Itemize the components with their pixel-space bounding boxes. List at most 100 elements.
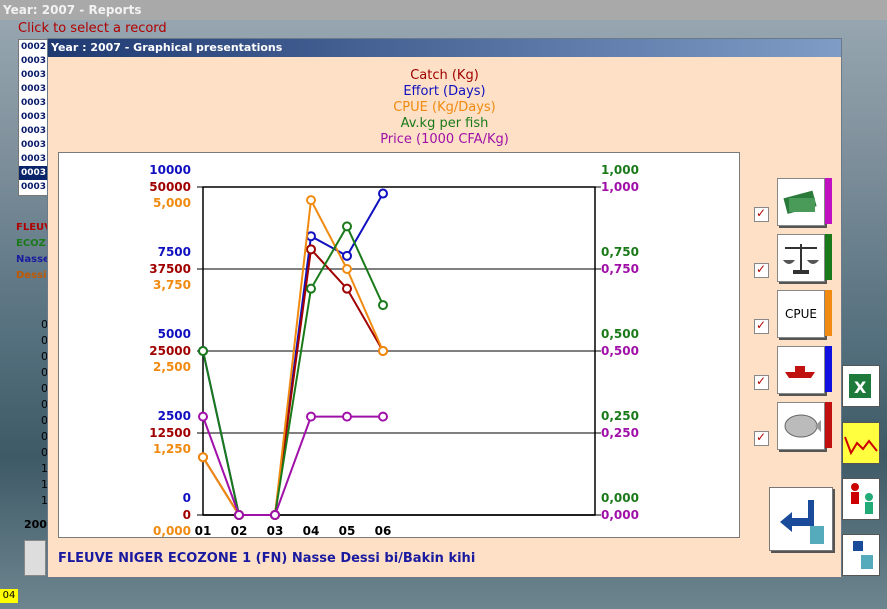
select-record-hint: Click to select a record — [18, 21, 167, 36]
data-point — [270, 510, 280, 520]
series-checkbox-av-weight[interactable]: ✓ — [754, 262, 769, 278]
cpue-label: CPUE — [785, 307, 817, 321]
series-checkbox-catch[interactable]: ✓ — [754, 206, 769, 222]
av-tick-label: 0,000 — [601, 491, 639, 505]
catch-tick-label: 50000 — [149, 180, 191, 194]
cpue-tick-label: 0,000 — [153, 524, 191, 537]
record-item[interactable]: 0003 — [19, 68, 47, 82]
cpue-tick-label: 5,000 — [153, 196, 191, 210]
data-point — [342, 264, 352, 274]
svg-text:X: X — [854, 378, 867, 397]
data-point — [234, 510, 244, 520]
effort-tick-label: 10000 — [149, 163, 191, 177]
price-icon — [784, 414, 821, 438]
cpue-color-bar — [825, 290, 832, 336]
legend-entry: Catch (Kg) — [410, 68, 479, 83]
record-item[interactable]: 0003 — [19, 110, 47, 124]
price-tick-label: 0,750 — [601, 262, 639, 276]
x-tick-label: 01 — [195, 524, 212, 537]
excel-icon[interactable]: X — [842, 365, 880, 407]
data-point — [306, 244, 316, 255]
price-tick-label: 0,500 — [601, 344, 639, 358]
main-title-bar: Year: 2007 - Reports — [0, 0, 887, 20]
record-detail-label: Dessi — [16, 270, 47, 281]
catch-tick-label: 37500 — [149, 262, 191, 276]
data-point — [378, 188, 388, 199]
cpue-tick-label: 3,750 — [153, 278, 191, 292]
return-button[interactable] — [769, 487, 833, 551]
people-icon[interactable] — [842, 478, 880, 520]
catch-icon — [783, 190, 817, 214]
record-item[interactable]: 0003 — [19, 82, 47, 96]
effort-color-bar — [825, 346, 832, 392]
status-indicator: 04 — [0, 589, 18, 603]
record-item[interactable]: 0003 — [19, 180, 47, 194]
record-item[interactable]: 0003 — [19, 54, 47, 68]
x-tick-label: 06 — [375, 524, 392, 537]
av-tick-label: 0,750 — [601, 245, 639, 259]
legend-entry: Price (1000 CFA/Kg) — [380, 132, 509, 147]
data-point — [378, 346, 388, 356]
catch-tick-label: 12500 — [149, 426, 191, 440]
record-detail-label: ECOZ — [16, 238, 46, 249]
av-tick-label: 0,250 — [601, 409, 639, 423]
catch-series-button[interactable] — [777, 178, 825, 226]
x-tick-label: 03 — [267, 524, 284, 537]
record-item[interactable]: 0002 — [19, 40, 47, 54]
legend-entry: Av.kg per fish — [400, 116, 489, 131]
series-checkbox-effort[interactable]: ✓ — [754, 374, 769, 390]
check-mark: ✓ — [756, 318, 767, 332]
record-item[interactable]: 0003 — [19, 166, 47, 180]
effort-tick-label: 7500 — [158, 245, 191, 259]
x-tick-label: 04 — [303, 524, 320, 537]
record-list[interactable]: 0002 0003 0003 0003 0003 0003 0003 0003 0003 0003… — [18, 39, 48, 196]
av-tick-label: 1,000 — [601, 163, 639, 177]
window-title: Year : 2007 - Graphical presentations — [48, 39, 841, 57]
record-item[interactable]: 0003 — [19, 138, 47, 152]
year-label: 200 — [24, 518, 47, 531]
trend-chart-icon[interactable] — [842, 422, 880, 464]
chart-legend: Catch (Kg) Effort (Days) CPUE (Kg/Days) Av.… — [48, 68, 841, 148]
effort-series-button[interactable] — [777, 346, 825, 394]
effort-icon — [785, 366, 815, 378]
price-series-button[interactable] — [777, 402, 825, 450]
chart-footer: FLEUVE NIGER ECOZONE 1 (FN) Nasse Dessi … — [58, 551, 476, 566]
data-point — [342, 283, 352, 294]
legend-entry: Effort (Days) — [403, 84, 486, 99]
catch-color-bar — [825, 178, 832, 224]
price-tick-label: 1,000 — [601, 180, 639, 194]
x-tick-label: 05 — [339, 524, 356, 537]
cpue-series-button[interactable]: CPUE — [777, 290, 825, 338]
data-point — [306, 411, 316, 422]
check-mark: ✓ — [756, 430, 767, 444]
x-tick-label: 02 — [231, 524, 248, 537]
cpue-tick-label: 1,250 — [153, 442, 191, 456]
line-chart: 10000 50000 5,000 7500 37500 3,750 5000 25000 2,… — [149, 163, 639, 538]
radio-group[interactable] — [24, 540, 46, 576]
exit-icon[interactable] — [842, 534, 880, 576]
data-point — [198, 411, 208, 422]
data-point — [342, 221, 352, 232]
data-point — [306, 195, 316, 206]
data-point — [198, 452, 208, 463]
data-point — [306, 283, 316, 294]
record-item[interactable]: 0003 — [19, 96, 47, 110]
data-point — [342, 411, 352, 422]
record-item[interactable]: 0003 — [19, 124, 47, 138]
data-point — [378, 411, 388, 422]
av-weight-series-button[interactable] — [777, 234, 825, 282]
av-tick-label: 0,500 — [601, 327, 639, 341]
catch-tick-label: 25000 — [149, 344, 191, 358]
return-arrow-icon — [780, 500, 824, 544]
cpue-tick-label: 2,500 — [153, 360, 191, 374]
series-checkbox-cpue[interactable]: ✓ — [754, 318, 769, 334]
effort-tick-label: 2500 — [158, 409, 191, 423]
check-mark: ✓ — [756, 206, 767, 220]
record-item[interactable]: 0003 — [19, 152, 47, 166]
chart-panel: 10000 50000 5,000 7500 37500 3,750 5000 25000 2,… — [58, 152, 740, 538]
series-checkbox-price[interactable]: ✓ — [754, 430, 769, 446]
price-color-bar — [825, 402, 832, 448]
effort-tick-label: 5000 — [158, 327, 191, 341]
check-mark: ✓ — [756, 374, 767, 388]
av-weight-color-bar — [825, 234, 832, 280]
